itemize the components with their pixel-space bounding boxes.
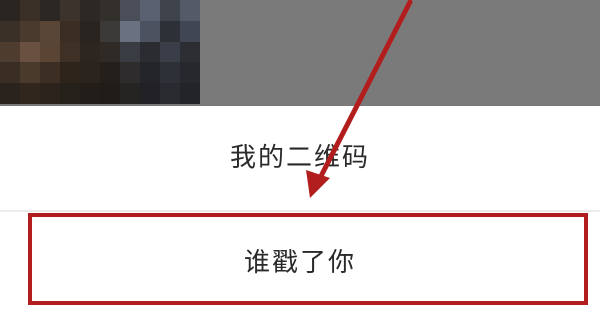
divider — [0, 210, 600, 212]
profile-header-backdrop — [0, 0, 600, 106]
avatar[interactable] — [0, 0, 200, 104]
my-qr-code-item[interactable]: 我的二维码 — [0, 136, 600, 180]
screen: 我的二维码 谁戳了你 — [0, 0, 600, 311]
action-sheet: 我的二维码 谁戳了你 — [0, 106, 600, 311]
who-poked-you-item[interactable]: 谁戳了你 — [0, 241, 600, 285]
